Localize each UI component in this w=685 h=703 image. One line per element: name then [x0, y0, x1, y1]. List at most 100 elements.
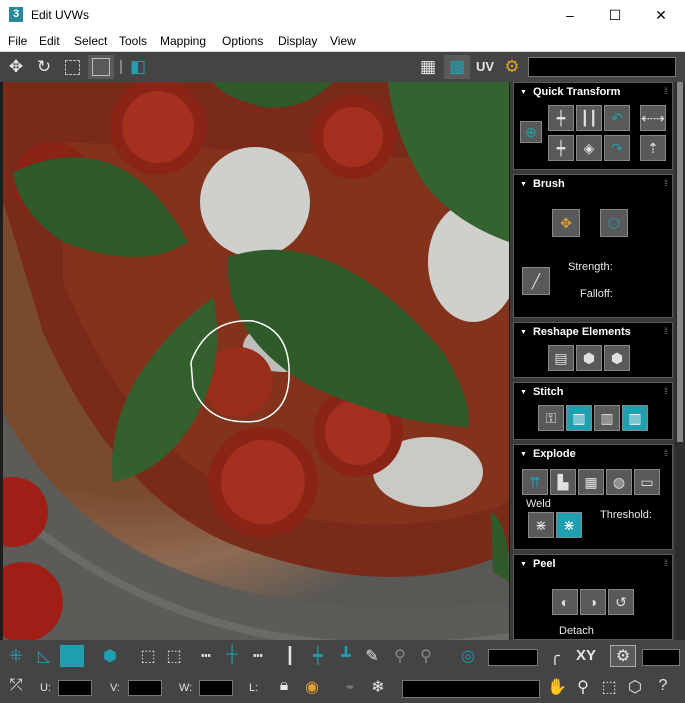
stitch-custom-button[interactable]: ⚿	[538, 405, 564, 431]
map-settings-icon[interactable]: ⚙	[500, 55, 524, 79]
relax-button[interactable]: ⬢	[576, 345, 602, 371]
menu-select[interactable]: Select	[74, 34, 107, 48]
menu-edit[interactable]: Edit	[39, 34, 60, 48]
space-horizontal-button[interactable]: ⇠⇢	[640, 105, 666, 131]
quick-transform-header[interactable]: Quick Transform	[520, 86, 620, 98]
vertex-select-icon[interactable]: ⁜	[4, 646, 28, 666]
paint-move-button[interactable]: ✥	[552, 209, 580, 237]
paint-grow-icon[interactable]: ⚲	[388, 646, 412, 666]
minimize-button[interactable]: –	[547, 0, 593, 31]
checker-on-icon[interactable]: ▩	[444, 55, 470, 79]
detach-label: Detach	[559, 625, 594, 637]
absolute-offset-icon[interactable]: ⤱	[4, 677, 28, 695]
stitch-source-button[interactable]: ▥	[566, 405, 592, 431]
u-field[interactable]	[58, 680, 92, 696]
menu-mapping[interactable]: Mapping	[160, 34, 206, 48]
align-horizontal-button[interactable]: ┿	[548, 105, 574, 131]
peel-mode-button[interactable]: ◑	[580, 589, 606, 615]
edge-distance-field[interactable]	[642, 649, 680, 666]
close-button[interactable]: ✕	[638, 0, 684, 31]
falloff-field[interactable]	[488, 649, 538, 666]
lock-icon[interactable]: 🔒︎	[274, 677, 294, 695]
stitch-header[interactable]: Stitch	[520, 386, 564, 398]
stitch-average-button[interactable]: ▥	[594, 405, 620, 431]
weld-target-button[interactable]: ⋇	[528, 512, 554, 538]
ring-select-icon[interactable]: ┼	[220, 646, 244, 664]
freeform-icon[interactable]	[88, 55, 114, 79]
rotate-icon[interactable]: ↻	[32, 55, 56, 79]
explode-by-smoothing-button[interactable]: ▙	[550, 469, 576, 495]
relax-brush-button[interactable]: ⬡	[600, 209, 628, 237]
panel-scrollbar-thumb[interactable]	[677, 82, 683, 442]
mirror-icon[interactable]: ◧	[126, 55, 150, 79]
menu-view[interactable]: View	[330, 34, 356, 48]
filter-selected-icon[interactable]: ◒	[338, 677, 362, 695]
selection-filter-field[interactable]	[402, 680, 540, 698]
brush-falloff-button[interactable]: ╱	[522, 267, 550, 295]
v-label: V:	[110, 682, 120, 694]
reshape-header[interactable]: Reshape Elements	[520, 326, 631, 338]
weld-selected-button[interactable]: ⋇	[556, 512, 582, 538]
grow-selection-icon[interactable]: ⬚	[136, 646, 160, 666]
explode-header[interactable]: Explode	[520, 448, 576, 460]
menu-tools[interactable]: Tools	[119, 34, 147, 48]
explode-to-flatten-button[interactable]: ▭	[634, 469, 660, 495]
explode-by-material-button[interactable]: ▦	[578, 469, 604, 495]
uv-label[interactable]: UV	[473, 55, 497, 79]
pan-icon[interactable]: ✋	[546, 677, 568, 697]
align-bottom-icon[interactable]: ┻	[334, 646, 358, 666]
relax-settings-button[interactable]: ⬢	[604, 345, 630, 371]
w-field[interactable]	[199, 680, 233, 696]
edge-select-icon[interactable]: ◺	[32, 646, 56, 666]
paint-shrink-icon[interactable]: ⚲	[414, 646, 438, 666]
falloff-curve-icon[interactable]: ╭	[544, 646, 566, 666]
brush-header[interactable]: Brush	[520, 178, 565, 190]
quick-peel-button[interactable]: ◐	[552, 589, 578, 615]
loop-select-icon[interactable]: ┅	[194, 646, 218, 666]
scale-icon[interactable]	[60, 55, 84, 79]
panel-scrollbar[interactable]	[675, 82, 685, 640]
shrink-selection-icon[interactable]: ⬚	[162, 646, 186, 666]
zoom-region-icon[interactable]: ⬚	[598, 677, 620, 697]
rotate-ccw-button[interactable]: ↶	[604, 105, 630, 131]
space-vertical-button[interactable]: ⇡	[640, 135, 666, 161]
falloff-label: Falloff:	[580, 288, 613, 300]
zoom-icon[interactable]: ⚲	[572, 677, 594, 697]
help-icon[interactable]: ?	[652, 677, 674, 695]
stitch-target-button[interactable]: ▥	[622, 405, 648, 431]
align-center-button[interactable]: ◈	[576, 135, 602, 161]
align-vertical-button[interactable]: ┃┃	[576, 105, 602, 131]
show-hidden-icon[interactable]: ◉	[300, 677, 324, 697]
align-edge-button[interactable]: ┿	[548, 135, 574, 161]
soft-select-edge-icon[interactable]: ⚙	[610, 645, 636, 667]
v-field[interactable]	[128, 680, 162, 696]
straighten-button[interactable]: ▤	[548, 345, 574, 371]
peel-header[interactable]: Peel	[520, 558, 556, 570]
freeze-icon[interactable]: ❄	[366, 677, 390, 697]
xy-label[interactable]: XY	[572, 647, 600, 664]
polygon-select-icon[interactable]	[60, 645, 84, 667]
move-icon[interactable]: ✥	[4, 55, 28, 79]
maximize-button[interactable]: ☐	[592, 0, 638, 31]
break-button[interactable]: ⇈	[522, 469, 548, 495]
reset-peel-button[interactable]: ↺	[608, 589, 634, 615]
bottom-toolbar-selection: ⁜ ◺ ⬢ ⬚ ⬚ ┅ ┼ ┅ ┃ ┿ ┻ ✎ ⚲ ⚲ ◎ ╭ XY ⚙	[0, 640, 685, 674]
window-title: Edit UVWs	[31, 8, 90, 22]
paint-select-icon[interactable]: ✎	[360, 646, 384, 666]
element-select-icon[interactable]: ⬢	[98, 646, 122, 666]
align-left-icon[interactable]: ┿	[306, 646, 330, 666]
set-pivot-button[interactable]: ⊕	[520, 121, 542, 143]
edge-loop-icon[interactable]: ┅	[246, 646, 270, 666]
texture-image	[3, 82, 509, 640]
rotate-cw-button[interactable]: ↷	[604, 135, 630, 161]
explode-by-polygon-button[interactable]: ◍	[606, 469, 632, 495]
menu-options[interactable]: Options	[222, 34, 263, 48]
rollout-grip-icon: ⁞⁞	[663, 448, 668, 458]
checker-off-icon[interactable]: ▦	[416, 55, 440, 79]
uv-viewport[interactable]	[3, 82, 509, 640]
soft-selection-icon[interactable]: ◎	[456, 646, 480, 666]
menu-display[interactable]: Display	[278, 34, 317, 48]
texture-dropdown[interactable]	[528, 57, 676, 77]
zoom-extents-icon[interactable]: ⬡	[624, 677, 646, 697]
menu-file[interactable]: File	[8, 34, 27, 48]
